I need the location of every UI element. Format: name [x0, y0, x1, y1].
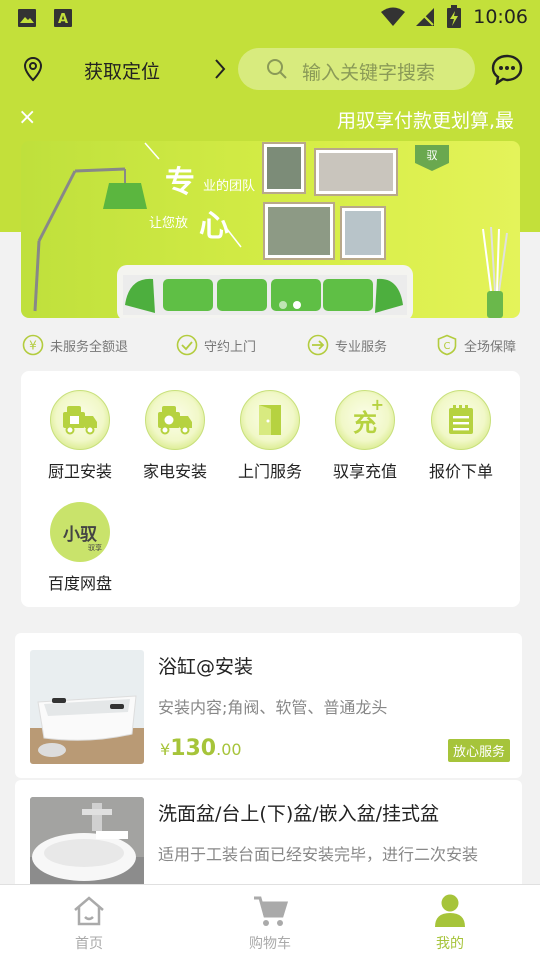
check-circle-icon [176, 334, 198, 356]
banner-text-1-small: 业的团队 [203, 179, 256, 194]
user-icon [435, 894, 465, 927]
service-label: 厨卫安装 [47, 462, 112, 481]
location-pin-icon[interactable] [20, 56, 46, 82]
service-door-to-door[interactable]: 上门服务 [225, 390, 315, 482]
service-label: 驭享充值 [332, 462, 397, 481]
product-image-basin[interactable] [30, 797, 144, 884]
service-quote-order[interactable]: 报价下单 [416, 390, 506, 482]
service-baidu-pan[interactable]: 小驭 驭享 百度网盘 [35, 502, 125, 594]
search-icon [267, 59, 287, 79]
tab-home[interactable]: 首页 [44, 891, 134, 953]
tab-label: 首页 [75, 936, 103, 952]
banner-text-2-big: 心 [199, 209, 229, 244]
top-header: 获取定位 输入关键字搜索 [0, 46, 540, 92]
service-kitchen-install[interactable]: 厨卫安装 [35, 390, 125, 482]
service-appliance-install[interactable]: 家电安装 [130, 390, 220, 482]
yen-circle-icon: ¥ [22, 334, 44, 356]
product-title[interactable]: 洗面盆/台上(下)盆/嵌入盆/挂式盆 [158, 799, 439, 826]
services-card: 厨卫安装 家电安装 上门服务 充 + 驭享充值 报价下单 小驭 驭享 百度网盘 [21, 371, 520, 607]
banner-pagination [279, 301, 301, 309]
status-time: 10:06 [473, 6, 528, 28]
banner-badge: 驭 [427, 149, 438, 162]
price-integer: 130 [170, 736, 217, 761]
banner-page-dot[interactable] [293, 301, 301, 309]
location-label[interactable]: 获取定位 [84, 57, 160, 84]
door-icon [259, 405, 281, 435]
svg-text:C: C [444, 341, 451, 352]
gallery-icon [18, 9, 36, 27]
kitchen-truck-icon [63, 406, 97, 435]
guarantee-label: 未服务全额退 [50, 339, 129, 355]
guarantee-ontime: 守约上门 [176, 333, 256, 357]
bottom-tab-bar: 首页 购物车 我的 [0, 884, 540, 960]
notice-text[interactable]: 用驭享付款更划算,最 [337, 106, 514, 133]
appliance-truck-icon [158, 406, 192, 435]
message-icon[interactable] [490, 53, 524, 85]
banner-page-dot[interactable] [279, 301, 287, 309]
tab-cart[interactable]: 购物车 [225, 891, 315, 953]
banner-illustration: 驭 [33, 142, 508, 318]
tab-mine[interactable]: 我的 [405, 891, 495, 953]
product-title[interactable]: 浴缸@安装 [158, 652, 253, 679]
product-card[interactable]: 洗面盆/台上(下)盆/嵌入盆/挂式盆 适用于工装台面已经安装完毕，进行二次安装 [15, 780, 522, 884]
plus-icon: + [370, 395, 384, 414]
guarantee-refund: ¥ 未服务全额退 [22, 333, 128, 357]
search-placeholder: 输入关键字搜索 [302, 62, 436, 84]
notice-bar: × 用驭享付款更划算,最 [0, 100, 540, 138]
guarantee-label: 专业服务 [335, 339, 388, 355]
service-label: 百度网盘 [47, 574, 112, 593]
xiaoyu-logo-sub: 驭享 [88, 544, 102, 552]
arrow-circle-icon [307, 334, 329, 356]
product-description: 安装内容;角阀、软管、普通龙头 [158, 698, 388, 717]
service-label: 上门服务 [237, 462, 302, 481]
guarantee-protection: C 全场保障 [436, 333, 516, 357]
banner-text-2-small: 让您放 [149, 216, 189, 231]
svg-text:¥: ¥ [29, 339, 37, 353]
battery-icon [447, 5, 461, 28]
banner-text-1-big: 专 [165, 165, 195, 200]
service-recharge[interactable]: 充 + 驭享充值 [320, 390, 410, 482]
notepad-icon [449, 405, 473, 434]
wifi-icon [381, 7, 405, 26]
status-bar: A 10:06 [0, 0, 540, 36]
signal-off-icon [416, 8, 434, 26]
price-decimal: .00 [216, 740, 242, 759]
product-tag: 放心服务 [447, 739, 510, 762]
font-a-icon: A [54, 9, 72, 27]
guarantee-professional: 专业服务 [307, 333, 387, 357]
search-input[interactable]: 输入关键字搜索 [238, 48, 475, 90]
chevron-right-icon[interactable] [212, 58, 228, 80]
tab-label: 购物车 [249, 936, 291, 952]
promo-banner[interactable]: 驭 专 业的团队 让您放 心 [21, 141, 520, 318]
service-label: 家电安装 [142, 462, 207, 481]
close-icon[interactable]: × [18, 105, 36, 130]
product-description: 适用于工装台面已经安装完毕，进行二次安装 [158, 845, 479, 864]
guarantee-label: 守约上门 [204, 339, 257, 355]
xiaoyu-logo: 小驭 [63, 524, 97, 545]
tab-label: 我的 [436, 936, 464, 952]
cart-icon [254, 896, 288, 926]
product-price: ¥130.00 [160, 736, 242, 761]
price-currency: ¥ [160, 740, 171, 759]
service-label: 报价下单 [428, 462, 493, 481]
svg-text:A: A [58, 12, 68, 27]
guarantee-label: 全场保障 [464, 339, 517, 355]
product-card[interactable]: 浴缸@安装 安装内容;角阀、软管、普通龙头 ¥130.00 放心服务 [15, 633, 522, 778]
home-icon [74, 896, 104, 926]
shield-c-icon: C [437, 334, 457, 356]
product-image-bathtub[interactable] [30, 650, 144, 764]
